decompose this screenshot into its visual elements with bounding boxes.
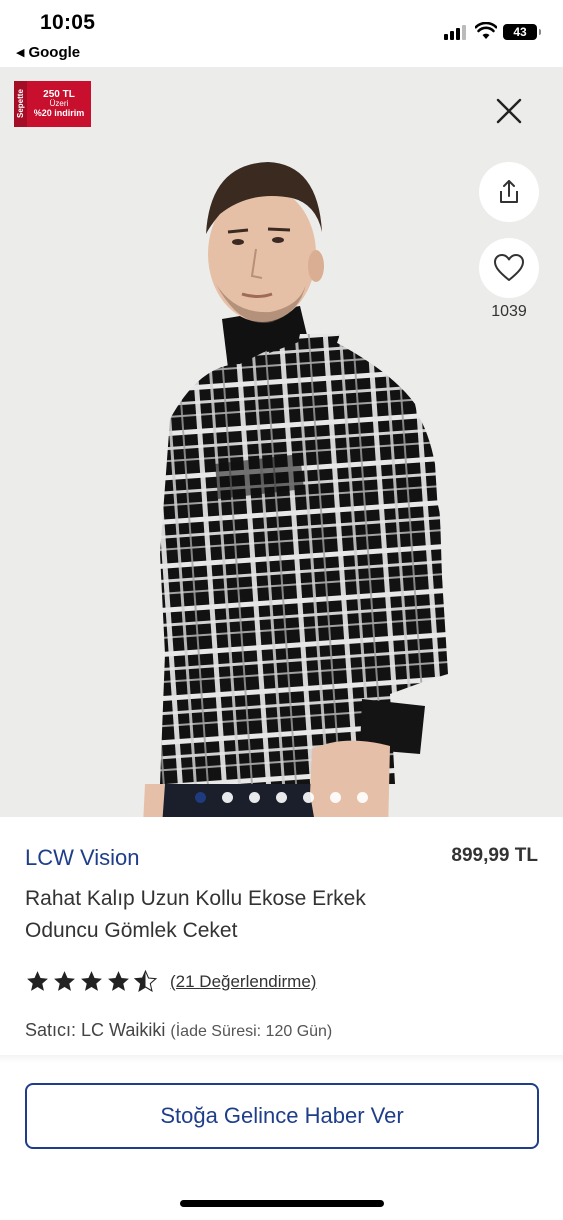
return-policy: (İade Süresi: 120 Gün) <box>170 1023 333 1040</box>
brand-name[interactable]: LCW Vision <box>25 845 140 871</box>
favorite-button[interactable] <box>479 238 539 298</box>
cellular-signal-icon <box>444 24 466 40</box>
star-icon <box>81 971 102 991</box>
seller-label[interactable]: Satıcı: LC Waikiki <box>25 1020 165 1040</box>
promo-discount: %20 indirim <box>33 107 85 118</box>
seller-info: Satıcı: LC Waikiki (İade Süresi: 120 Gün… <box>25 1020 332 1041</box>
star-icon <box>108 971 129 991</box>
product-rating: (21 Değerlendirme) <box>25 969 316 994</box>
gallery-dot[interactable] <box>303 792 314 803</box>
gallery-pagination <box>0 792 563 803</box>
section-divider <box>0 1055 563 1063</box>
status-bar: 10:05 ◀ Google 43 <box>0 0 563 66</box>
back-to-google[interactable]: ◀ Google <box>16 44 80 61</box>
promo-side-label: Sepette <box>14 81 27 127</box>
notify-when-in-stock-button[interactable]: Stoğa Gelince Haber Ver <box>25 1083 539 1149</box>
status-time: 10:05 <box>40 11 96 34</box>
gallery-dot[interactable] <box>357 792 368 803</box>
share-button[interactable] <box>479 162 539 222</box>
star-icon <box>27 971 48 991</box>
home-indicator[interactable] <box>180 1200 384 1207</box>
gallery-dot[interactable] <box>195 792 206 803</box>
gallery-dot[interactable] <box>249 792 260 803</box>
back-triangle-icon: ◀ <box>16 47 25 59</box>
close-icon[interactable] <box>492 94 526 128</box>
product-image-gallery[interactable]: Sepette 250 TL Üzeri %20 indirim 1039 <box>0 67 563 817</box>
product-title: Rahat Kalıp Uzun Kollu Ekose Erkek Odunc… <box>25 887 366 942</box>
battery-icon: 43 <box>503 24 541 40</box>
wifi-icon <box>475 22 497 39</box>
gallery-dot[interactable] <box>222 792 233 803</box>
product-price: 899,99 TL <box>451 845 538 866</box>
product-photo <box>143 162 448 817</box>
back-app-label: Google <box>28 44 81 61</box>
promo-badge: Sepette 250 TL Üzeri %20 indirim <box>14 81 91 127</box>
gallery-dot[interactable] <box>276 792 287 803</box>
star-icon <box>54 971 75 991</box>
half-star-icon <box>133 969 158 992</box>
share-icon <box>500 180 518 203</box>
reviews-link[interactable]: (21 Değerlendirme) <box>170 972 316 992</box>
favorite-count: 1039 <box>491 303 527 320</box>
gallery-dot[interactable] <box>330 792 341 803</box>
heart-icon <box>494 254 524 281</box>
